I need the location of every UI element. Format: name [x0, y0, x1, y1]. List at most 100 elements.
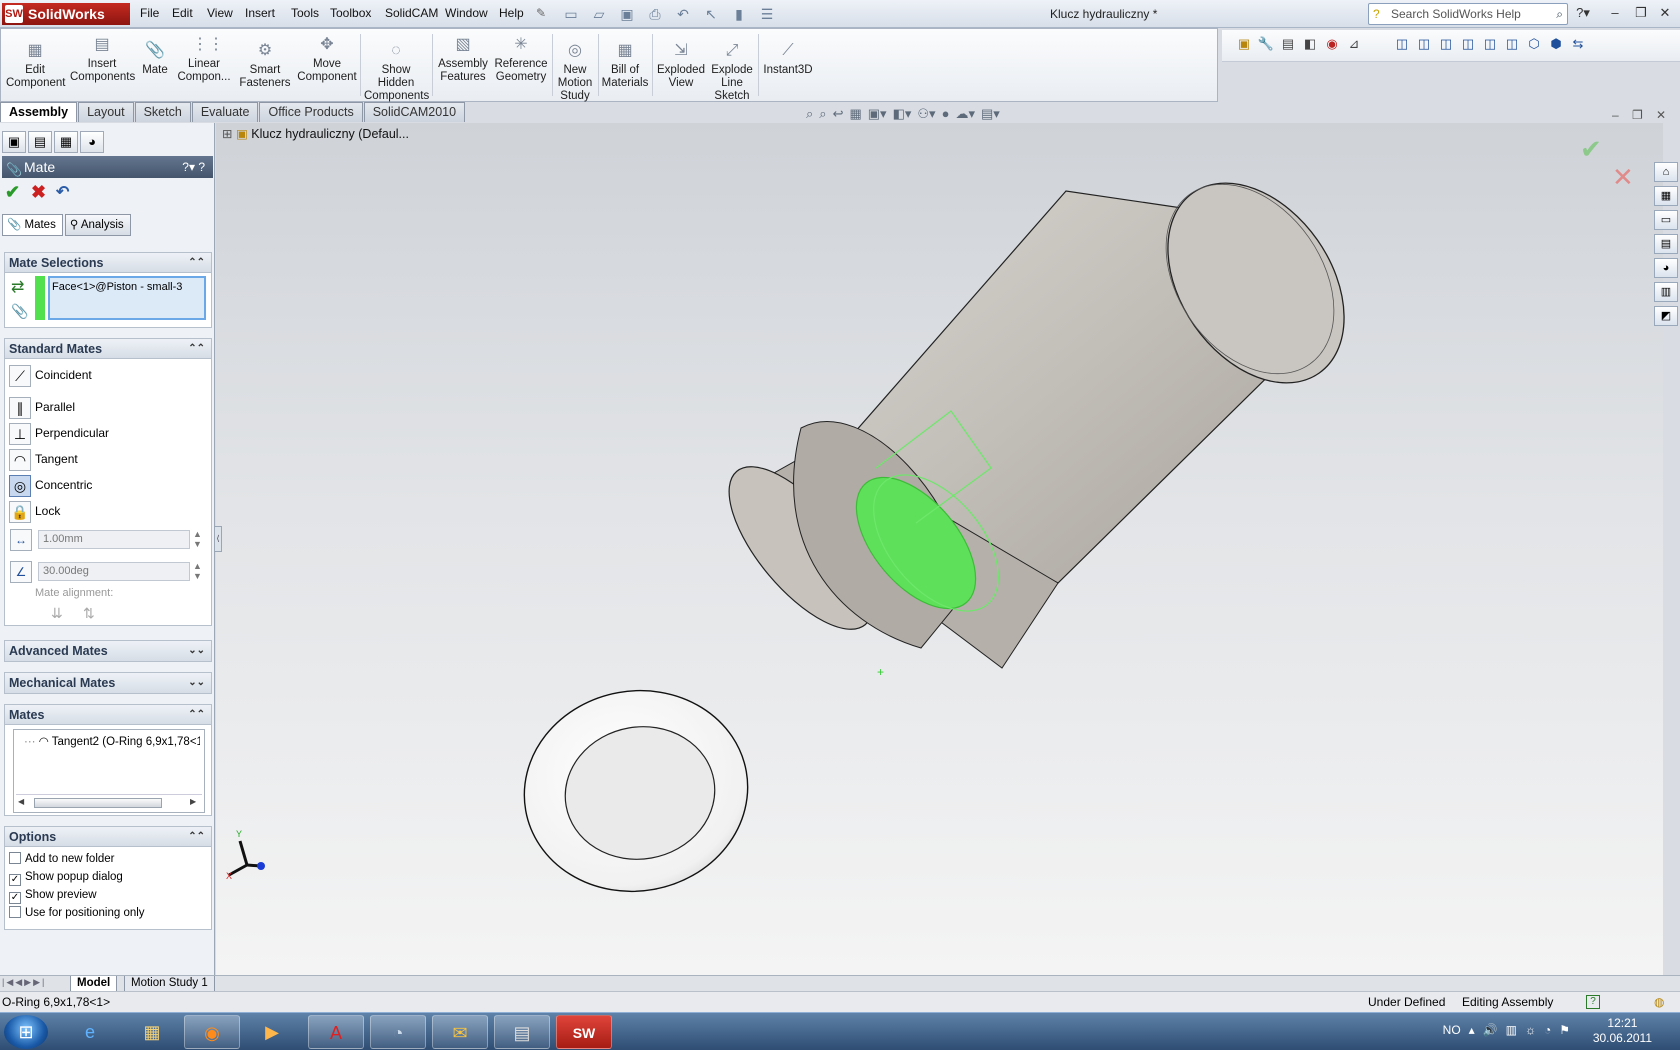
status-help-icon[interactable]: ?	[1586, 995, 1600, 1009]
parallel-mate[interactable]: ∥ Parallel	[9, 395, 75, 419]
print-icon[interactable]: ⎙	[644, 4, 666, 24]
menu-insert[interactable]: Insert	[245, 6, 275, 20]
edit-component-button[interactable]: ▦ Edit Component	[6, 40, 65, 90]
tray-expand-icon[interactable]: ▴	[1469, 1023, 1475, 1037]
anti-aligned-icon[interactable]: ⇅	[83, 605, 95, 622]
appearances-icon[interactable]: ◕	[1654, 258, 1678, 278]
mates-list[interactable]: ⋯ ◠ Tangent2 (O-Ring 6,9x1,78<1 ◀ ▶	[13, 729, 205, 813]
hide-show-items-icon[interactable]: ⚇▾	[917, 106, 935, 128]
action-center-icon[interactable]: ⚑	[1559, 1023, 1570, 1037]
selection-item[interactable]: Face<1>@Piston - small-3	[52, 281, 182, 293]
linear-component-pattern-button[interactable]: ⋮⋮ Linear Compon...	[176, 34, 232, 84]
volume-icon[interactable]: 🔊	[1483, 1023, 1498, 1037]
hide-show-icon[interactable]: ◧	[1300, 34, 1320, 54]
o-ring-part[interactable]	[508, 673, 763, 909]
new-document-icon[interactable]: ▭	[560, 4, 582, 24]
isometric-icon[interactable]: ⬡	[1524, 34, 1544, 54]
distance-spinner[interactable]: ▲ ▼	[193, 529, 202, 549]
network-icon[interactable]: ▥	[1506, 1023, 1517, 1037]
tab-sketch[interactable]: Sketch	[134, 102, 191, 122]
notification-icon[interactable]: ◔	[1544, 1023, 1551, 1037]
tab-solidcam2010[interactable]: SolidCAM2010	[363, 102, 466, 122]
options-icon[interactable]: ☰	[756, 4, 778, 24]
autocad-lt-icon[interactable]: A	[308, 1015, 364, 1049]
menu-window[interactable]: Window	[445, 6, 488, 20]
tangent-mate[interactable]: ◠ Tangent	[9, 447, 78, 471]
mate-selections-header[interactable]: Mate Selections ⌃⌃	[5, 253, 211, 273]
cancel-button[interactable]: ✖	[31, 182, 46, 203]
show-preview-checkbox[interactable]: ✓ Show preview	[9, 887, 97, 904]
viewport-close-icon[interactable]: ✕	[1656, 108, 1666, 122]
normal-to-icon[interactable]: ⇆	[1568, 34, 1588, 54]
angle-field[interactable]: 30.00deg	[38, 562, 190, 581]
apply-scene-icon[interactable]: ☁▾	[955, 106, 975, 128]
minimize-icon[interactable]: –	[1606, 5, 1624, 20]
zoom-to-area-icon[interactable]: ⌕	[819, 106, 826, 128]
explode-line-sketch-button[interactable]: ⤢ Explode Line Sketch	[708, 40, 756, 103]
use-for-positioning-checkbox[interactable]: Use for positioning only	[9, 905, 145, 921]
angle-spinner[interactable]: ▲ ▼	[193, 561, 202, 581]
piston-part[interactable]: +	[705, 150, 1381, 679]
new-motion-study-button[interactable]: ◎ New Motion Study	[556, 40, 594, 103]
search-input[interactable]: ? Search SolidWorks Help ⌕	[1368, 3, 1568, 25]
view-palette-icon[interactable]: ▤	[1654, 234, 1678, 254]
solidworks-taskbar-icon[interactable]: SW	[556, 1015, 612, 1049]
tab-analysis[interactable]: ⚲ Analysis	[64, 214, 131, 236]
perpendicular-mate[interactable]: ⊥ Perpendicular	[9, 421, 109, 445]
horizontal-scrollbar[interactable]: ◀ ▶	[16, 794, 202, 810]
mechanical-mates-header[interactable]: Mechanical Mates ⌄⌄	[5, 673, 211, 693]
selection-list[interactable]: Face<1>@Piston - small-3	[48, 276, 206, 320]
expand-icon[interactable]: ⊞	[222, 127, 232, 141]
exploded-view-button[interactable]: ⇲ Exploded View	[656, 40, 706, 90]
advanced-mates-header[interactable]: Advanced Mates ⌄⌄	[5, 641, 211, 661]
rebuild-icon[interactable]: ▮	[728, 4, 750, 24]
view-bottom-icon[interactable]: ◫	[1502, 34, 1522, 54]
lock-mate[interactable]: 🔒 Lock	[9, 499, 60, 523]
edit-appearance-icon[interactable]: ●	[942, 106, 950, 128]
options-header[interactable]: Options ⌃⌃	[5, 827, 211, 847]
menu-edit[interactable]: Edit	[172, 6, 193, 20]
help-icon[interactable]: ?▾ ?	[182, 156, 205, 178]
view-front-icon[interactable]: ◫	[1392, 34, 1412, 54]
coincident-mate[interactable]: ⟋ Coincident	[9, 363, 92, 387]
undo-icon[interactable]: ↶	[672, 4, 694, 24]
media-player-icon[interactable]: ▶	[244, 1015, 300, 1049]
custom-properties-icon[interactable]: ▥	[1654, 282, 1678, 302]
tab-scroll-arrows-icon[interactable]: |◀◀▶▶|	[2, 977, 46, 988]
collapse-icon[interactable]: ⌃⌃	[188, 705, 205, 725]
trimetric-icon[interactable]: ⬢	[1546, 34, 1566, 54]
save-icon[interactable]: ▣	[616, 4, 638, 24]
view-back-icon[interactable]: ◫	[1414, 34, 1434, 54]
disk-utility-icon[interactable]: ◔	[370, 1015, 426, 1049]
distance-field[interactable]: 1.00mm	[38, 530, 190, 549]
scrollbar-thumb[interactable]	[34, 798, 162, 808]
aligned-icon[interactable]: ⇊	[51, 605, 63, 622]
feature-tree-icon[interactable]: ▣	[2, 131, 26, 153]
tab-assembly[interactable]: Assembly	[0, 102, 78, 122]
menu-view[interactable]: View	[207, 6, 233, 20]
tab-mates[interactable]: 📎 Mates	[2, 214, 63, 236]
panel-splitter-handle[interactable]: ⟨	[214, 526, 222, 552]
view-settings-icon[interactable]: ▤▾	[981, 106, 1000, 128]
language-indicator[interactable]: NO	[1443, 1023, 1461, 1037]
view-right-icon[interactable]: ◫	[1458, 34, 1478, 54]
mate-button[interactable]: 📎 Mate	[138, 40, 172, 77]
instant3d-button[interactable]: ⟋ Instant3D	[760, 40, 816, 77]
display-manager-icon[interactable]: ◕	[80, 131, 104, 153]
menu-help[interactable]: Help	[499, 6, 524, 20]
interference-icon[interactable]: ◉	[1322, 34, 1342, 54]
file-explorer-taskbar-icon[interactable]: ▦	[124, 1015, 180, 1049]
display-style-icon[interactable]: ◧▾	[893, 106, 912, 128]
model-canvas[interactable]: + X Y	[216, 123, 1663, 976]
restore-icon[interactable]: ❐	[1632, 5, 1650, 21]
file-explorer-icon[interactable]: ▭	[1654, 210, 1678, 230]
close-icon[interactable]: ✕	[1656, 5, 1674, 21]
section-view-icon[interactable]: ▦	[849, 106, 861, 128]
collapse-icon[interactable]: ⌃⌃	[188, 253, 205, 273]
edrawings-icon[interactable]: ▤	[494, 1015, 550, 1049]
feature-tree-root[interactable]: ⊞ ▣ Klucz hydrauliczny (Defaul...	[222, 126, 409, 141]
start-button[interactable]: ⊞	[4, 1015, 48, 1049]
view-orientation-icon[interactable]: ▣▾	[868, 106, 887, 128]
smart-fasteners-button[interactable]: ⚙ Smart Fasteners	[238, 40, 292, 90]
scroll-left-icon[interactable]: ◀	[18, 797, 24, 806]
